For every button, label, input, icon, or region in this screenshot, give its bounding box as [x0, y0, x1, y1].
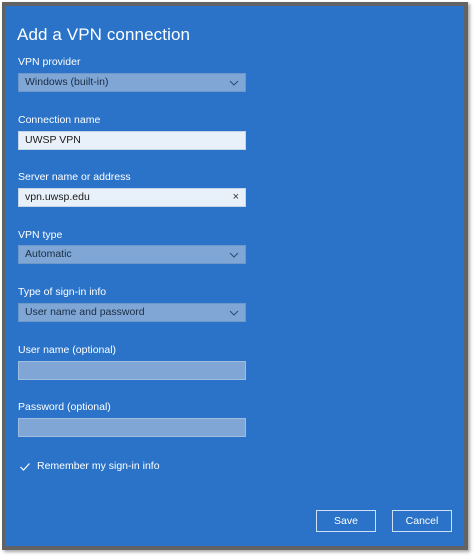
- password-input[interactable]: [18, 418, 246, 437]
- connection-name-input[interactable]: UWSP VPN: [18, 131, 246, 150]
- password-label: Password (optional): [18, 401, 111, 413]
- signin-type-value: User name and password: [25, 306, 145, 318]
- vpn-provider-value: Windows (built-in): [25, 76, 109, 88]
- vpn-provider-select[interactable]: Windows (built-in): [18, 73, 246, 92]
- connection-name-value: UWSP VPN: [25, 134, 81, 146]
- username-label: User name (optional): [18, 344, 117, 356]
- vpn-provider-label: VPN provider: [18, 56, 81, 68]
- save-button[interactable]: Save: [316, 510, 376, 532]
- server-address-input[interactable]: vpn.uwsp.edu ×: [18, 188, 246, 207]
- vpn-type-select[interactable]: Automatic: [18, 245, 246, 264]
- server-address-label: Server name or address: [18, 171, 131, 183]
- clear-icon[interactable]: ×: [233, 189, 239, 206]
- vpn-dialog: Add a VPN connection VPN provider Window…: [6, 6, 464, 546]
- vpn-type-value: Automatic: [25, 248, 72, 260]
- username-input[interactable]: [18, 361, 246, 380]
- checkmark-icon: [20, 463, 30, 471]
- vpn-type-label: VPN type: [18, 229, 63, 241]
- cancel-button[interactable]: Cancel: [392, 510, 452, 532]
- signin-type-label: Type of sign-in info: [18, 286, 107, 298]
- server-address-value: vpn.uwsp.edu: [25, 191, 90, 203]
- remember-signin-label: Remember my sign-in info: [37, 460, 160, 472]
- chevron-down-icon: [229, 310, 239, 316]
- chevron-down-icon: [229, 80, 239, 86]
- signin-type-select[interactable]: User name and password: [18, 303, 246, 322]
- connection-name-label: Connection name: [18, 114, 101, 126]
- chevron-down-icon: [229, 252, 239, 258]
- dialog-title: Add a VPN connection: [17, 25, 191, 44]
